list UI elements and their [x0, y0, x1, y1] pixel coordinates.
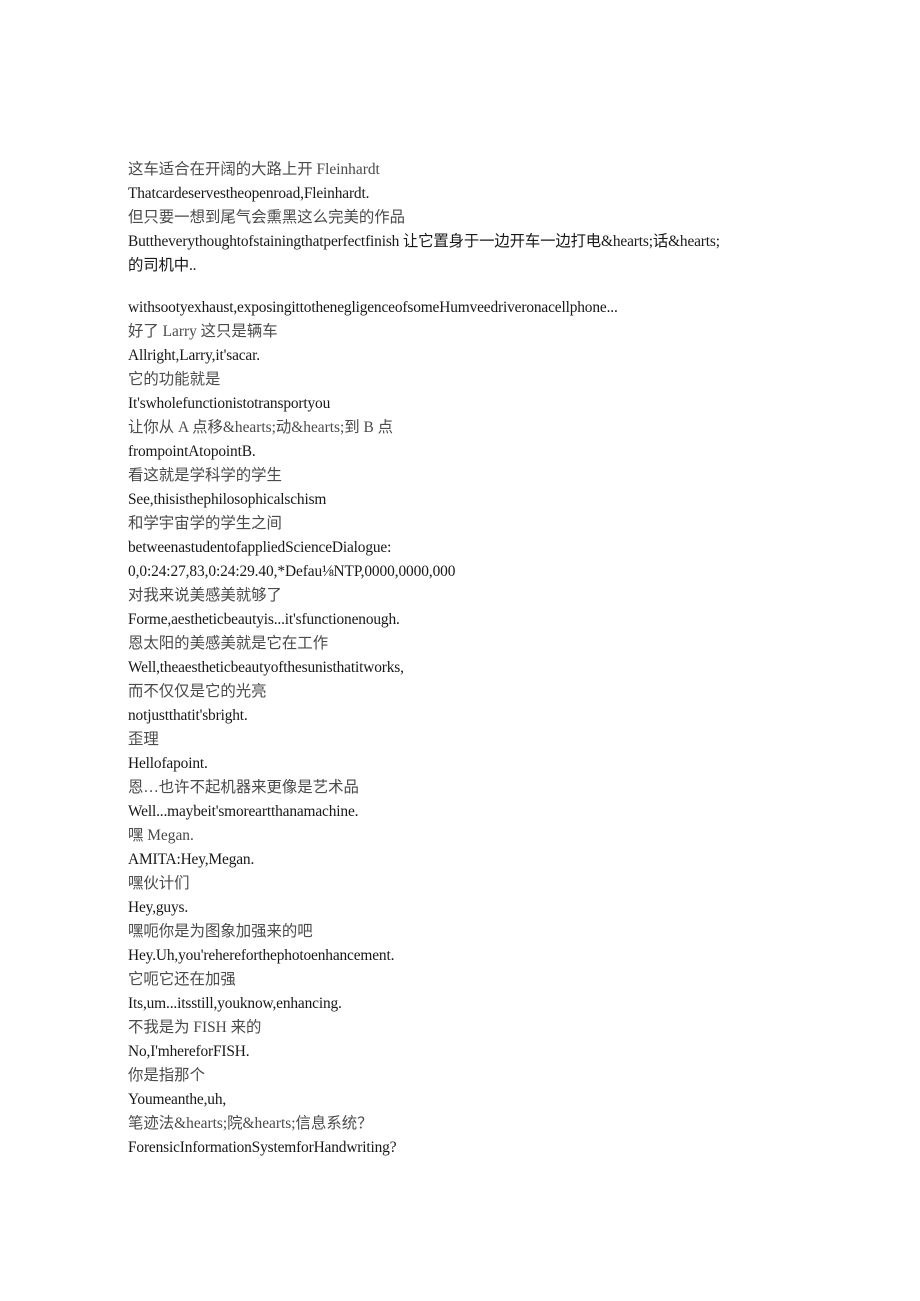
transcript-line: Youmeanthe,uh, [128, 1091, 227, 1108]
transcript-line: Hey.Uh,you'rehereforthephotoenhancement. [128, 947, 395, 964]
transcript-line: 不我是为 FISH 来的 [128, 1019, 262, 1036]
document-page: 这车适合在开阔的大路上开 Fleinhardt Thatcardeservest… [0, 0, 920, 1301]
transcript-line: 这车适合在开阔的大路上开 Fleinhardt [128, 161, 380, 178]
transcript-line: 嘿伙计们 [128, 875, 190, 892]
transcript-line: 好了 Larry 这只是辆车 [128, 323, 278, 340]
transcript-line: Well...maybeit'smoreartthanamachine. [128, 803, 359, 820]
transcript-line: 歪理 [128, 731, 159, 748]
transcript-line: 你是指那个 [128, 1067, 205, 1084]
transcript-line: Hey,guys. [128, 899, 189, 916]
transcript-line: 嘿 Megan. [128, 827, 194, 844]
transcript-line: 嘿呃你是为图象加强来的吧 [128, 923, 313, 940]
transcript-line: notjustthatit'sbright. [128, 707, 248, 724]
transcript-line: No,I'mhereforFISH. [128, 1043, 250, 1060]
transcript-line: 笔迹法&hearts;院&hearts;信息系统？ [128, 1115, 373, 1132]
transcript-line: Forme,aestheticbeautyis...it'sfunctionen… [128, 611, 400, 628]
transcript-text-block: 这车适合在开阔的大路上开 Fleinhardt Thatcardeservest… [128, 158, 720, 1160]
transcript-line: 看这就是学科学的学生 [128, 467, 282, 484]
transcript-line: AMITA:Hey,Megan. [128, 851, 255, 868]
transcript-line: Allright,Larry,it'sacar. [128, 347, 260, 364]
transcript-line: 而不仅仅是它的光亮 [128, 683, 267, 700]
transcript-line: Well,theaestheticbeautyofthesunisthatitw… [128, 659, 404, 676]
transcript-line: withsootyexhaust,exposingittothenegligen… [128, 299, 618, 316]
transcript-line: 但只要一想到尾气会熏黑这么完美的作品 [128, 209, 406, 226]
transcript-line: betweenastudentofappliedScienceDialogue: [128, 539, 392, 556]
transcript-line: 和学宇宙学的学生之间 [128, 515, 282, 532]
transcript-line: 恩…也许不起机器来更像是艺术品 [128, 779, 359, 796]
transcript-line: 恩太阳的美感美就是它在工作 [128, 635, 329, 652]
transcript-timecode-line: 0,0:24:27,83,0:24:29.40,*Defau⅛NTP,0000,… [128, 563, 456, 580]
transcript-line: frompointAtopointB. [128, 443, 256, 460]
transcript-line: Hellofapoint. [128, 755, 208, 772]
transcript-line: 让你从 A 点移&hearts;动&hearts;到 B 点 [128, 419, 394, 436]
transcript-line: ForensicInformationSystemforHandwriting? [128, 1139, 397, 1156]
transcript-line: See,thisisthephilosophicalschism [128, 491, 327, 508]
transcript-line: 它的功能就是 [128, 371, 221, 388]
transcript-line: It'swholefunctionistotransportyou [128, 395, 331, 412]
transcript-line: 它呃它还在加强 [128, 971, 236, 988]
transcript-line: Thatcardeservestheopenroad,Fleinhardt. [128, 185, 370, 202]
transcript-line: 对我来说美感美就够了 [128, 587, 282, 604]
transcript-line: Buttheverythoughtofstainingthatperfectfi… [128, 233, 720, 274]
transcript-line: Its,um...itsstill,youknow,enhancing. [128, 995, 342, 1012]
